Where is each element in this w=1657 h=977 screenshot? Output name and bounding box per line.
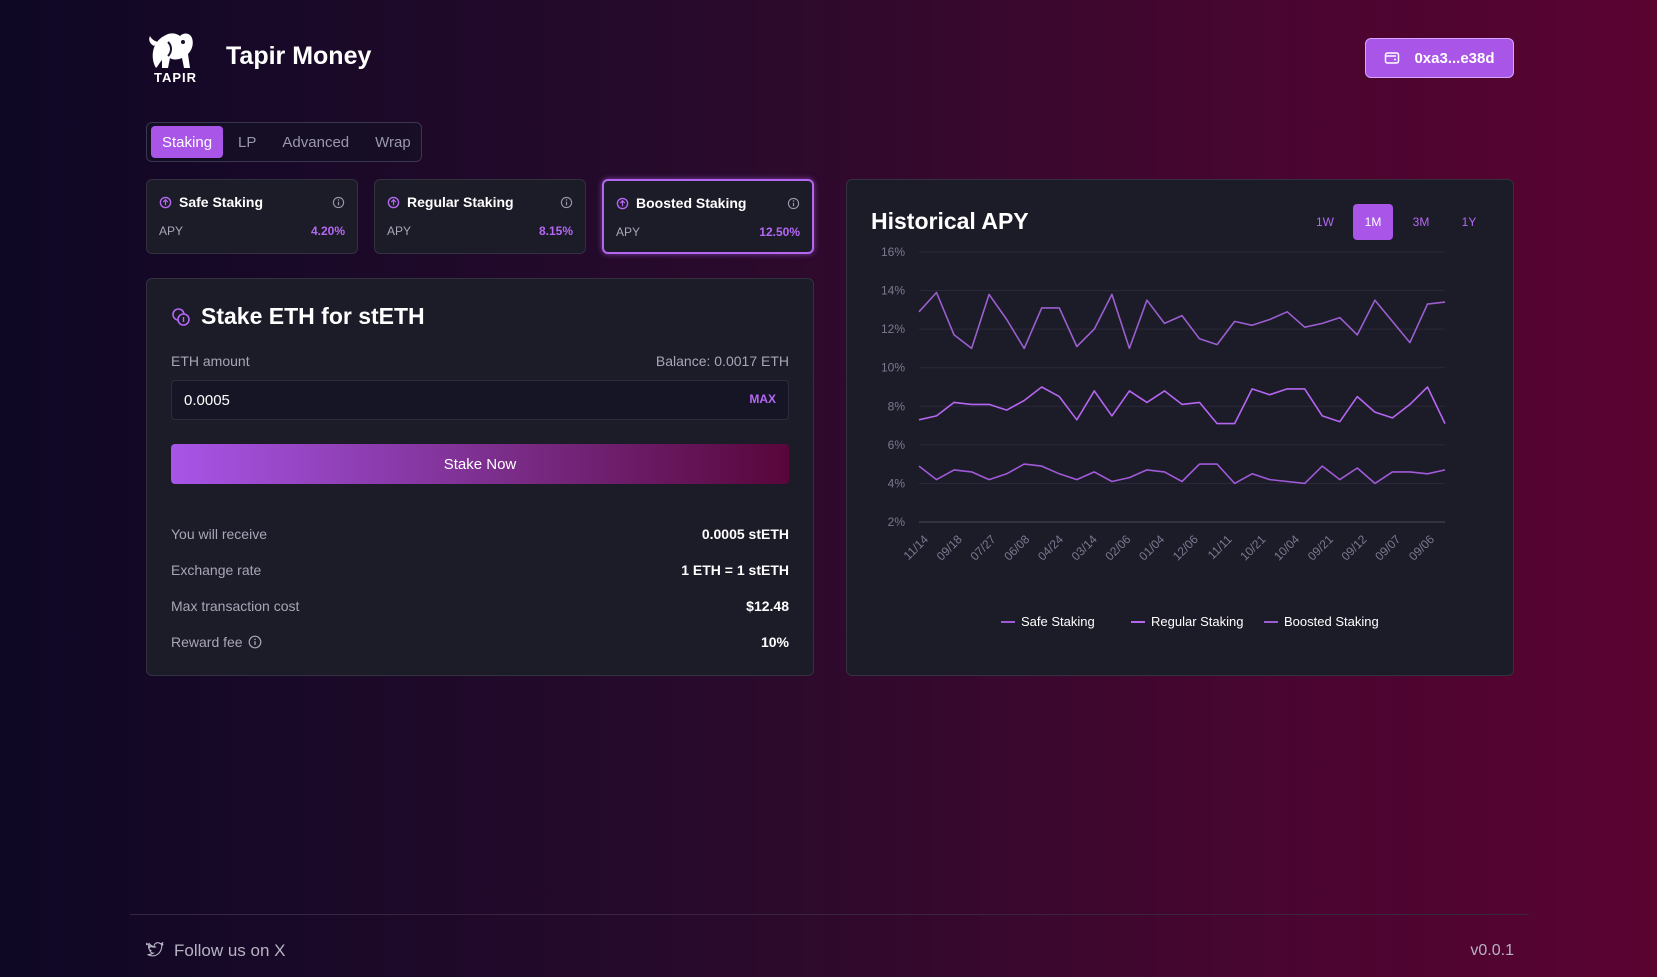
legend-label: Safe Staking	[1021, 614, 1095, 629]
series-line-boosted-staking	[918, 291, 1446, 350]
stake-now-button[interactable]: Stake Now	[171, 444, 789, 484]
detail-row-max-cost: Max transaction cost $12.48	[171, 596, 789, 616]
detail-key-wrap: Reward fee	[171, 634, 262, 650]
option-apy-label: APY	[387, 224, 412, 238]
series-line-regular-staking	[918, 386, 1446, 425]
x-tick-label: 09/21	[1305, 532, 1336, 563]
follow-label: Follow us on X	[174, 941, 286, 960]
detail-key: Max transaction cost	[171, 598, 300, 614]
legend-label: Regular Staking	[1151, 614, 1244, 629]
tapir-icon	[149, 33, 193, 68]
range-1m-button[interactable]: 1M	[1353, 204, 1393, 240]
detail-key: You will receive	[171, 526, 267, 542]
option-apy-value: 12.50%	[759, 225, 800, 239]
y-tick-label: 12%	[881, 322, 905, 336]
detail-value: 0.0005 stETH	[701, 526, 789, 542]
footer-divider	[130, 914, 1529, 915]
range-1y-button[interactable]: 1Y	[1449, 204, 1489, 240]
info-icon[interactable]	[332, 196, 345, 209]
eth-amount-field: MAX	[171, 380, 789, 420]
staking-option-icon	[387, 196, 400, 208]
tapir-logo: TAPIR	[146, 28, 202, 86]
x-tick-label: 11/14	[901, 532, 932, 563]
option-apy-value: 4.20%	[310, 224, 345, 238]
x-tick-label: 11/11	[1205, 532, 1235, 562]
x-tick-label: 03/14	[1069, 532, 1100, 563]
option-name: Regular Staking	[407, 194, 514, 210]
historical-apy-panel: 2% 4% 6% 8% 10% 12% 14% 16% 11/14 09/18 07/27 06/08…	[846, 179, 1514, 676]
y-tick-label: 2%	[888, 515, 906, 529]
info-icon[interactable]	[560, 196, 573, 209]
detail-value: 1 ETH = 1 stETH	[681, 562, 789, 578]
stake-panel: Stake ETH for stETH ETH amount Balance: …	[146, 278, 814, 676]
series-line-safe-staking	[918, 463, 1446, 485]
tab-advanced[interactable]: Advanced	[271, 126, 360, 158]
option-name: Boosted Staking	[636, 195, 747, 211]
balance-text: Balance: 0.0017 ETH	[655, 353, 789, 369]
detail-key: Exchange rate	[171, 562, 262, 578]
logo-text: TAPIR	[154, 70, 198, 85]
detail-row-receive: You will receive 0.0005 stETH	[171, 524, 789, 544]
eth-amount-input[interactable]	[184, 381, 704, 419]
wallet-button[interactable]: 0xa3...e38d	[1365, 38, 1514, 78]
chart-title: Historical APY	[871, 208, 1029, 234]
max-button[interactable]: MAX	[749, 392, 776, 406]
x-tick-label: 09/12	[1339, 532, 1370, 563]
y-tick-label: 10%	[881, 361, 905, 375]
y-tick-label: 8%	[888, 399, 906, 413]
x-tick-label: 09/18	[934, 532, 965, 563]
tab-wrap[interactable]: Wrap	[364, 126, 422, 158]
stake-title: Stake ETH for stETH	[201, 303, 425, 329]
option-card-regular-staking[interactable]: Regular Staking APY 8.15%	[374, 179, 586, 254]
option-apy-value: 8.15%	[538, 224, 573, 238]
staking-option-icon	[616, 197, 629, 209]
option-apy-label: APY	[159, 224, 184, 238]
tab-lp[interactable]: LP	[227, 126, 267, 158]
option-card-boosted-staking[interactable]: Boosted Staking APY 12.50%	[602, 179, 814, 254]
x-tick-label: 06/08	[1001, 532, 1032, 563]
detail-row-exchange-rate: Exchange rate 1 ETH = 1 stETH	[171, 560, 789, 580]
legend-label: Boosted Staking	[1284, 614, 1379, 629]
x-tick-label: 01/04	[1136, 532, 1167, 563]
range-1w-button[interactable]: 1W	[1305, 204, 1345, 240]
x-tick-label: 12/06	[1170, 532, 1201, 563]
x-tick-label: 10/04	[1271, 532, 1302, 563]
option-name: Safe Staking	[179, 194, 264, 210]
info-icon[interactable]	[248, 635, 262, 649]
x-tick-label: 10/21	[1237, 532, 1268, 563]
option-apy-label: APY	[616, 225, 641, 239]
tab-staking[interactable]: Staking	[151, 126, 224, 158]
detail-value: 10%	[760, 634, 789, 650]
staking-option-icon	[159, 196, 172, 208]
y-tick-label: 6%	[888, 438, 906, 452]
x-tick-label: 09/06	[1406, 532, 1437, 563]
range-3m-button[interactable]: 3M	[1401, 204, 1441, 240]
detail-value: $12.48	[746, 598, 789, 614]
detail-row-reward-fee: Reward fee 10%	[171, 632, 789, 652]
x-tick-label: 02/06	[1102, 532, 1133, 563]
product-tabs: Staking LP Advanced Wrap	[146, 122, 422, 162]
brand-name: Tapir Money	[226, 42, 372, 70]
info-icon[interactable]	[787, 197, 800, 210]
wallet-address: 0xa3...e38d	[1414, 49, 1495, 67]
wallet-icon	[1385, 52, 1400, 64]
header: TAPIR Tapir Money 0xa3...e38d	[146, 28, 1514, 88]
coins-icon	[172, 307, 190, 326]
y-tick-label: 4%	[888, 476, 906, 490]
version-text: v0.0.1	[1470, 942, 1514, 959]
twitter-bird-icon	[146, 942, 164, 957]
follow-on-x-link[interactable]: Follow us on X	[146, 941, 286, 961]
x-tick-label: 09/07	[1372, 532, 1403, 563]
range-selector: 1W 1M 3M 1Y	[1305, 204, 1489, 240]
x-tick-label: 07/27	[967, 532, 998, 563]
apy-line-chart: 2% 4% 6% 8% 10% 12% 14% 16% 11/14 09/18 07/27 06/08…	[881, 245, 1446, 629]
option-card-safe-staking[interactable]: Safe Staking APY 4.20%	[146, 179, 358, 254]
y-tick-label: 14%	[881, 284, 905, 298]
eth-amount-label: ETH amount	[171, 353, 250, 369]
y-tick-label: 16%	[881, 245, 905, 259]
detail-key: Reward fee	[171, 634, 243, 650]
x-tick-label: 04/24	[1035, 532, 1066, 563]
